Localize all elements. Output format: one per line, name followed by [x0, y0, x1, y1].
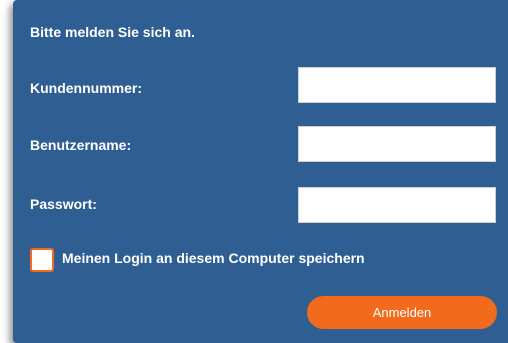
customer-number-input[interactable] — [298, 67, 496, 103]
password-label: Passwort: — [30, 196, 97, 212]
remember-login-checkbox[interactable] — [30, 248, 54, 272]
customer-number-label: Kundennummer: — [30, 80, 142, 96]
login-panel: Bitte melden Sie sich an. Kundennummer: … — [13, 0, 508, 343]
login-button[interactable]: Anmelden — [307, 296, 497, 329]
username-label: Benutzername: — [30, 137, 132, 153]
username-input[interactable] — [298, 126, 496, 162]
password-input[interactable] — [298, 187, 496, 223]
login-heading: Bitte melden Sie sich an. — [30, 24, 195, 40]
remember-login-label[interactable]: Meinen Login an diesem Computer speicher… — [62, 250, 365, 266]
